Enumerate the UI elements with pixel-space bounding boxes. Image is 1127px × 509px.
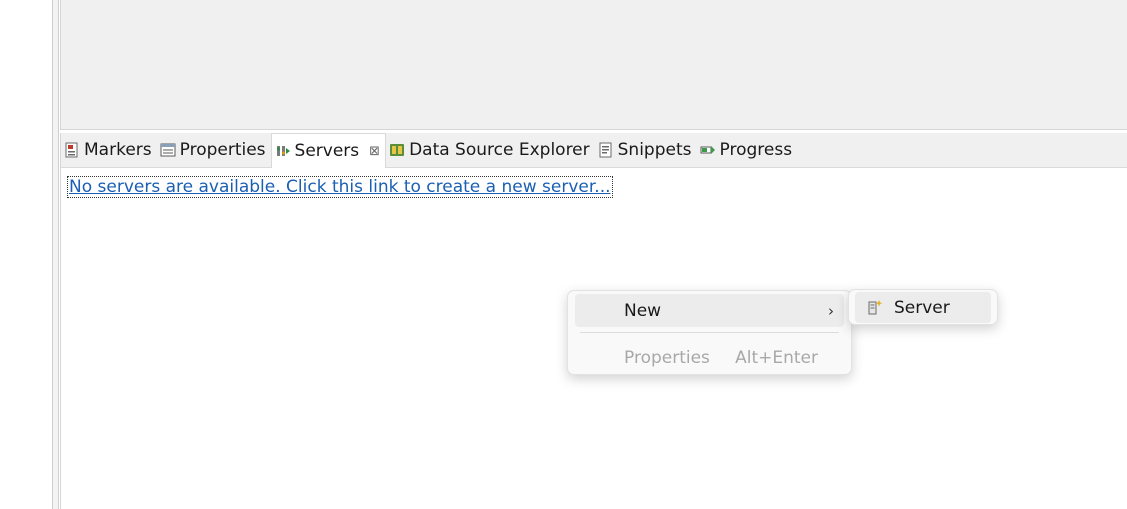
snippets-icon [599,142,612,158]
tab-label: Snippets [617,140,692,160]
tab-label: Markers [84,140,152,160]
view-tab-bar: Markers Properties Servers ⊠ Data Source… [61,133,1127,168]
close-icon[interactable]: ⊠ [369,144,380,159]
tab-label: Progress [719,140,793,160]
new-server-icon [868,300,883,315]
tab-snippets[interactable]: Snippets [595,133,697,167]
servers-icon [276,146,290,156]
left-gutter-border [53,0,59,509]
properties-icon [160,143,176,157]
menu-item-properties[interactable]: Properties Alt+Enter [575,341,844,374]
tab-data-source-explorer[interactable]: Data Source Explorer [386,133,595,167]
data-source-explorer-icon [390,144,405,156]
menu-item-new[interactable]: New › [575,294,844,327]
context-menu: New › Properties Alt+Enter [567,290,852,375]
menu-item-label: New [624,300,662,321]
editor-area [60,0,1127,130]
markers-icon [65,142,78,158]
tab-label: Properties [179,140,266,160]
tab-properties[interactable]: Properties [157,133,271,167]
menu-item-server[interactable]: Server [855,292,991,323]
submenu-new: Server [848,289,998,325]
create-server-link[interactable]: No servers are available. Click this lin… [67,176,613,198]
progress-icon [700,146,715,154]
tab-servers[interactable]: Servers ⊠ [270,133,387,168]
tab-markers[interactable]: Markers [61,133,157,167]
tab-progress[interactable]: Progress [697,133,798,167]
tab-label: Servers [294,141,360,161]
menu-separator [580,332,839,333]
menu-item-label: Server [894,297,950,318]
tab-label: Data Source Explorer [409,140,590,160]
menu-item-label: Properties [624,347,710,368]
chevron-right-icon: › [828,301,834,320]
left-gutter [0,0,53,509]
menu-item-accelerator: Alt+Enter [735,347,818,368]
